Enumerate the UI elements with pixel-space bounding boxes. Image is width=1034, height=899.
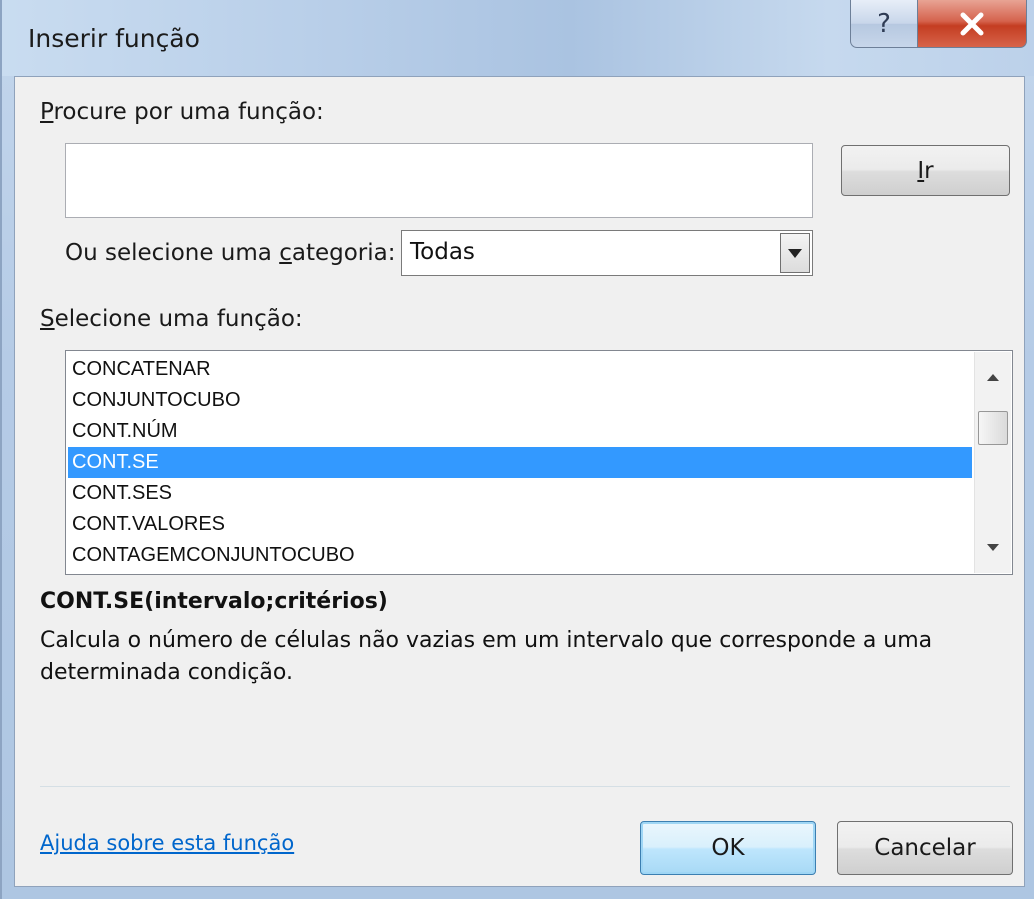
close-icon (960, 12, 984, 35)
go-button-label: r (924, 157, 934, 184)
dialog-window: Inserir função ? X Procure por uma funçã… (0, 0, 1034, 899)
list-item[interactable]: CONTAGEMCONJUNTOCUBO (68, 540, 972, 571)
ok-button[interactable]: OK (640, 821, 816, 875)
list-item[interactable]: CONT.NÚM (68, 416, 972, 447)
dialog-title: Inserir função (28, 24, 200, 53)
category-label-after: ategoria: (291, 240, 396, 266)
list-item[interactable]: CONCATENAR (68, 354, 972, 385)
category-dropdown-button[interactable] (780, 233, 810, 273)
list-item[interactable]: CONJUNTOCUBO (68, 385, 972, 416)
dialog-content: Procure por uma função: Ir Ou selecione … (14, 76, 1025, 887)
function-listbox[interactable]: CONCATENAR CONJUNTOCUBO CONT.NÚM CONT.SE… (65, 350, 1013, 575)
scroll-up-icon[interactable] (987, 374, 999, 381)
list-item[interactable]: CONT.SES (68, 478, 972, 509)
chevron-down-icon (788, 248, 802, 258)
list-item-selected[interactable]: CONT.SE (68, 447, 972, 478)
category-label: Ou selecione uma categoria: (65, 240, 395, 266)
go-button-accel: I (917, 157, 925, 184)
search-label-accel: P (40, 99, 54, 125)
footer-separator (40, 786, 1010, 787)
category-selected-value: Todas (410, 239, 475, 265)
help-link[interactable]: Ajuda sobre esta função (40, 831, 294, 855)
search-label-text: rocure por uma função: (53, 99, 324, 125)
search-label: Procure por uma função: (40, 99, 324, 125)
category-label-accel: c (279, 240, 292, 266)
title-bar[interactable]: Inserir função ? X (2, 0, 1034, 76)
list-scrollbar[interactable] (974, 352, 1011, 573)
scroll-thumb[interactable] (978, 411, 1008, 445)
close-button[interactable]: X (917, 0, 1027, 48)
search-input[interactable] (65, 143, 813, 218)
help-icon: ? (877, 8, 891, 39)
category-select[interactable]: Todas (401, 230, 813, 276)
scroll-down-icon[interactable] (987, 544, 999, 551)
category-label-before: Ou selecione uma (65, 240, 280, 266)
list-item[interactable]: CONT.VALORES (68, 509, 972, 540)
function-description: Calcula o número de células não vazias e… (40, 628, 933, 685)
cancel-button[interactable]: Cancelar (837, 821, 1013, 875)
go-button[interactable]: Ir (841, 145, 1010, 196)
function-list-label: Selecione uma função: (40, 306, 303, 332)
help-button[interactable]: ? (850, 0, 918, 48)
function-signature: CONT.SE(intervalo;critérios) (40, 589, 388, 614)
function-list-label-accel: S (40, 306, 55, 332)
function-list-label-text: elecione uma função: (54, 306, 303, 332)
